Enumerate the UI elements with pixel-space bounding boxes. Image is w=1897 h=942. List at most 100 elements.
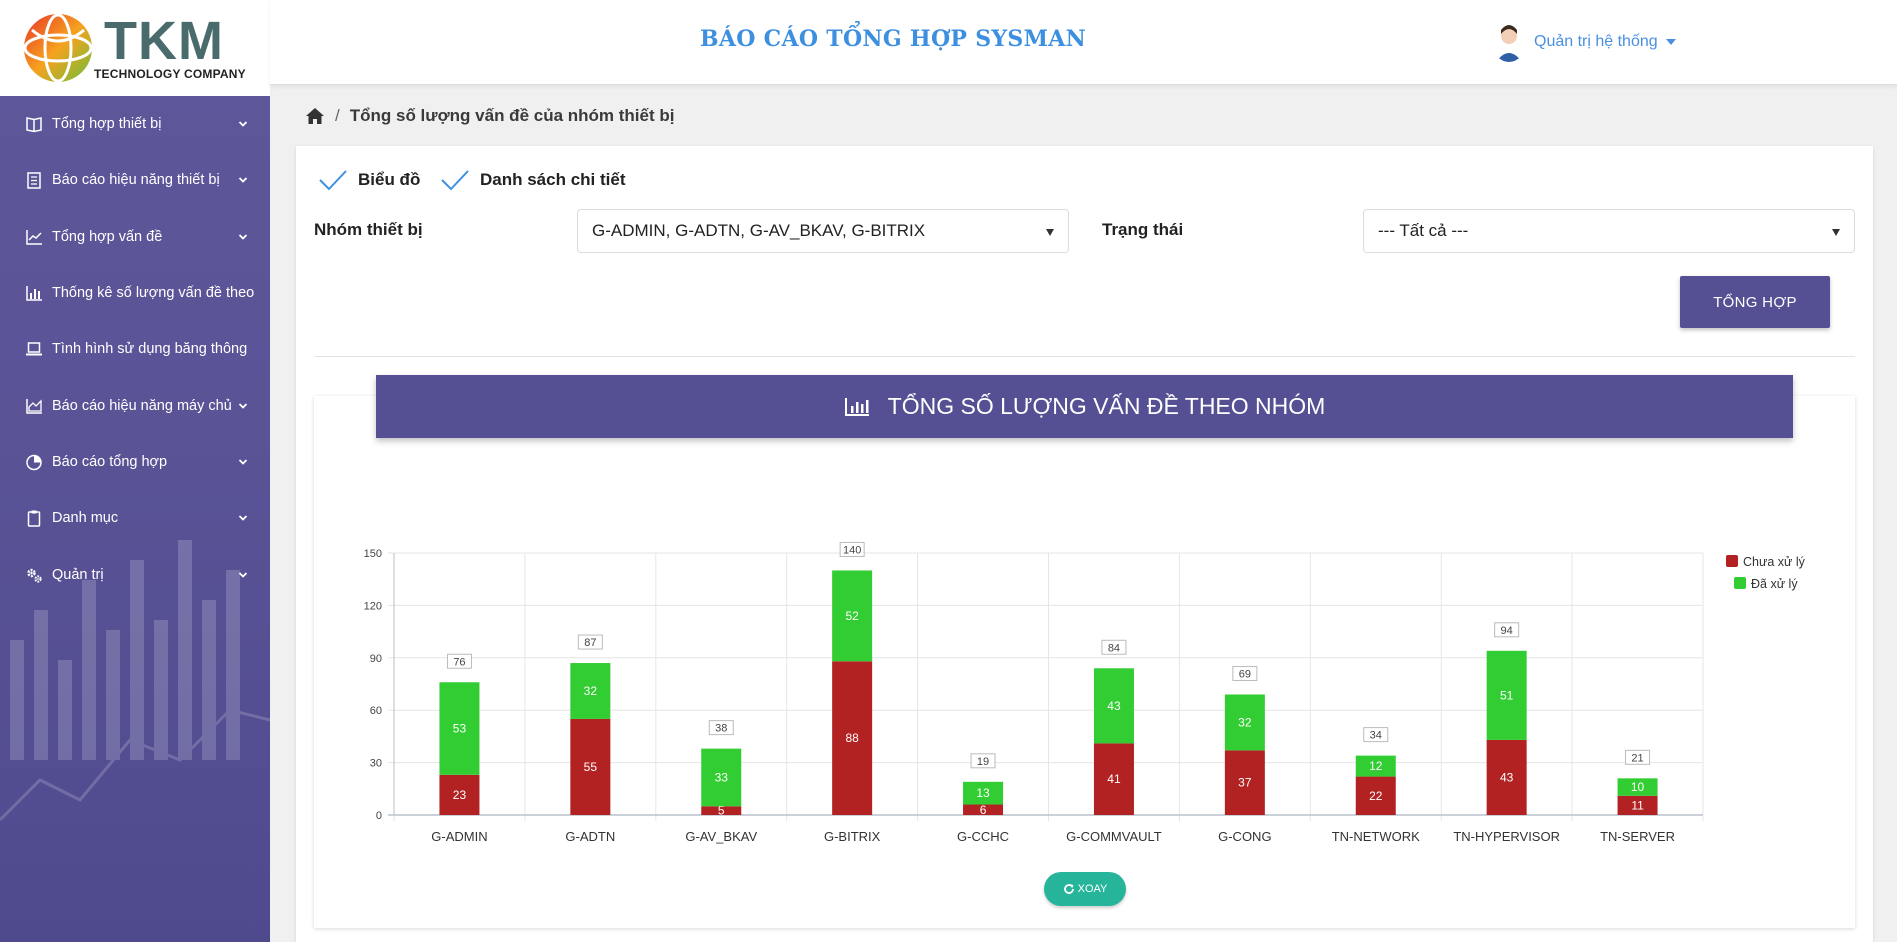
data-label: 33 — [715, 770, 729, 784]
sidebar-item[interactable]: Tổng hợp thiết bị — [0, 96, 270, 152]
user-menu[interactable]: Quản trị hệ thống — [1492, 22, 1676, 62]
page-title: BÁO CÁO TỔNG HỢP SYSMAN — [700, 26, 1087, 52]
sidebar-item[interactable]: Báo cáo hiệu năng thiết bị — [0, 152, 270, 208]
brand-subtitle: TECHNOLOGY COMPANY — [94, 67, 246, 81]
list-option-label: Danh sách chi tiết — [480, 170, 626, 189]
status-select[interactable]: --- Tất cả --- — [1363, 209, 1855, 253]
caret-down-icon — [1665, 39, 1676, 45]
x-tick-label: G-AV_BKAV — [685, 829, 757, 844]
total-label: 140 — [843, 544, 861, 556]
y-tick-label: 30 — [370, 758, 382, 770]
top-header: BÁO CÁO TỔNG HỢP SYSMAN Quản trị hệ thốn… — [270, 0, 1897, 85]
device-group-select[interactable]: G-ADMIN, G-ADTN, G-AV_BKAV, G-BITRIX — [577, 209, 1069, 253]
sidebar-item[interactable]: Quản trị — [0, 546, 270, 602]
x-tick-label: TN-SERVER — [1600, 829, 1675, 844]
total-label: 84 — [1108, 642, 1120, 654]
chevron-down-icon — [238, 459, 248, 465]
list-icon — [24, 170, 44, 190]
sidebar-item-label: Báo cáo hiệu năng máy chủ — [52, 397, 232, 414]
status-label: Trạng thái — [1102, 220, 1184, 239]
y-tick-label: 90 — [370, 653, 382, 665]
sidebar-item[interactable]: Tổng hợp vấn đề — [0, 209, 270, 265]
user-name: Quản trị hệ thống — [1534, 33, 1658, 50]
x-tick-label: G-ADTN — [565, 829, 615, 844]
sidebar-item[interactable]: Báo cáo hiệu năng máy chủ — [0, 377, 270, 433]
data-label: 52 — [845, 609, 859, 623]
sidebar-menu: Tổng hợp thiết bị Báo cáo hiệu năng thiết… — [0, 96, 270, 603]
sidebar-item[interactable]: Thống kê số lượng vấn đề theo — [0, 265, 270, 321]
total-label: 69 — [1239, 668, 1251, 680]
total-label: 34 — [1370, 730, 1382, 742]
chart-option-checkbox[interactable]: Biểu đồ — [318, 168, 420, 192]
data-label: 12 — [1369, 759, 1383, 773]
data-label: 53 — [453, 722, 467, 736]
stacked-bar-chart: 0306090120150235376G-ADMIN553287G-ADTN53… — [364, 541, 1806, 844]
checkmark-icon — [441, 170, 469, 191]
sidebar-item-label: Thống kê số lượng vấn đề theo — [52, 285, 255, 302]
bar-chart-icon — [844, 397, 869, 416]
gears-icon — [24, 565, 44, 585]
breadcrumb: / Tổng số lượng vấn đề của nhóm thiết bị — [305, 106, 674, 126]
x-tick-label: G-COMMVAULT — [1066, 829, 1162, 844]
x-tick-label: G-CONG — [1218, 829, 1271, 844]
data-label: 37 — [1238, 776, 1252, 790]
sidebar-item-label: Báo cáo hiệu năng thiết bị — [52, 172, 220, 189]
rotate-button[interactable]: XOAY — [1044, 872, 1126, 906]
checkmark-icon — [319, 170, 347, 191]
data-label: 13 — [976, 786, 990, 800]
data-label: 51 — [1500, 688, 1514, 702]
dropdown-arrow-icon — [1832, 229, 1840, 236]
y-tick-label: 120 — [364, 600, 382, 612]
sidebar-item-label: Danh mục — [52, 510, 119, 527]
clipboard-icon — [24, 508, 44, 528]
summarize-button[interactable]: TỔNG HỢP — [1680, 276, 1830, 328]
total-label: 87 — [584, 637, 596, 649]
legend-swatch — [1726, 555, 1738, 567]
legend-label: Chưa xử lý — [1743, 555, 1806, 569]
logo[interactable]: TKM TECHNOLOGY COMPANY — [0, 0, 270, 96]
sidebar-item[interactable]: Danh mục — [0, 490, 270, 546]
sidebar: TKM TECHNOLOGY COMPANY Tổng hợp thiết bị… — [0, 0, 270, 942]
sidebar-item-label: Tổng hợp thiết bị — [52, 116, 162, 133]
chevron-down-icon — [238, 234, 248, 240]
total-label: 19 — [977, 756, 989, 768]
laptop-icon — [24, 339, 44, 359]
chevron-down-icon — [238, 121, 248, 127]
status-value: --- Tất cả --- — [1378, 221, 1469, 240]
chart-section-header: TỔNG SỐ LƯỢNG VẤN ĐỀ THEO NHÓM — [376, 375, 1793, 438]
total-label: 94 — [1501, 625, 1513, 637]
sidebar-item[interactable]: Báo cáo tổng hợp — [0, 434, 270, 490]
data-label: 32 — [1238, 715, 1252, 729]
breadcrumb-separator: / — [335, 106, 340, 125]
legend-swatch — [1734, 577, 1746, 589]
chevron-down-icon — [238, 177, 248, 184]
sidebar-item[interactable]: Tình hình sử dụng băng thông — [0, 321, 270, 377]
y-tick-label: 0 — [376, 810, 382, 822]
chart-section-title: TỔNG SỐ LƯỢNG VẤN ĐỀ THEO NHÓM — [887, 393, 1326, 419]
line-chart-icon — [24, 227, 44, 247]
data-label: 55 — [584, 760, 598, 774]
x-tick-label: G-BITRIX — [824, 829, 881, 844]
home-icon[interactable] — [305, 107, 325, 125]
list-option-checkbox[interactable]: Danh sách chi tiết — [440, 168, 625, 192]
data-label: 32 — [584, 684, 598, 698]
dropdown-arrow-icon — [1046, 229, 1054, 236]
data-label: 41 — [1107, 772, 1121, 786]
book-icon — [24, 114, 44, 134]
report-panel: Biểu đồ Danh sách chi tiết Nhóm thiết bị… — [296, 146, 1873, 942]
x-tick-label: G-ADMIN — [431, 829, 487, 844]
divider — [314, 356, 1855, 357]
x-tick-label: TN-HYPERVISOR — [1453, 829, 1560, 844]
device-group-value: G-ADMIN, G-ADTN, G-AV_BKAV, G-BITRIX — [592, 221, 926, 240]
pie-chart-icon — [24, 452, 44, 472]
total-label: 21 — [1631, 752, 1643, 764]
sidebar-item-label: Tình hình sử dụng băng thông — [52, 341, 248, 358]
data-label: 10 — [1631, 780, 1645, 794]
data-label: 43 — [1107, 699, 1121, 713]
total-label: 76 — [453, 656, 465, 668]
sidebar-item-label: Báo cáo tổng hợp — [52, 453, 168, 470]
data-label: 22 — [1369, 789, 1383, 803]
data-label: 88 — [845, 731, 859, 745]
device-group-label: Nhóm thiết bị — [314, 220, 423, 239]
legend-label: Đã xử lý — [1751, 577, 1798, 591]
